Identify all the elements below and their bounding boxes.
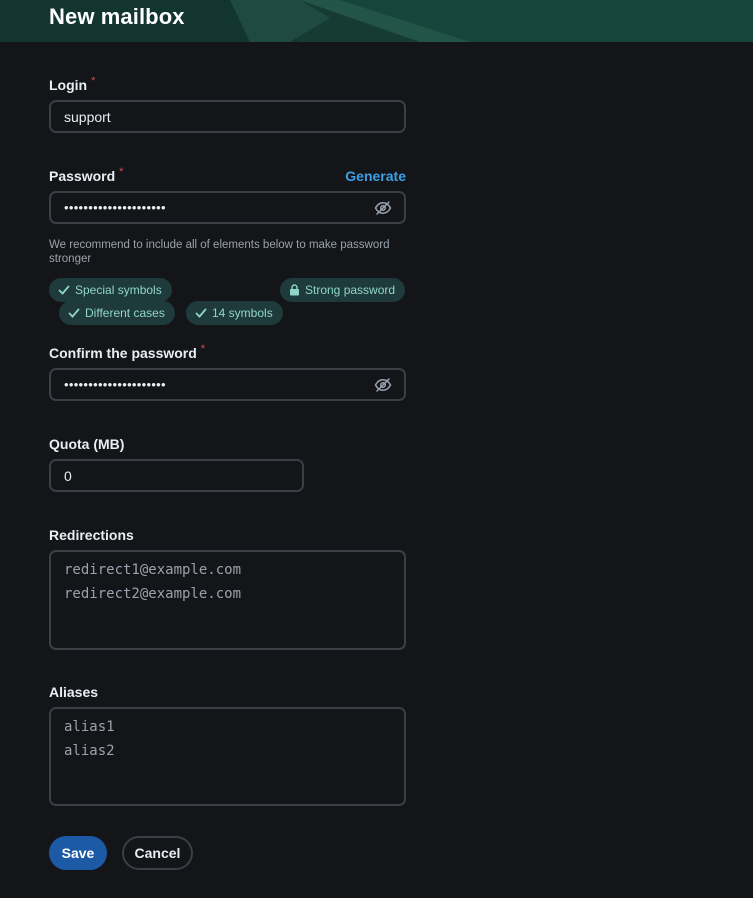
- chip-different-cases: Different cases: [59, 301, 175, 325]
- redirections-textarea[interactable]: redirect1@example.com redirect2@example.…: [49, 550, 406, 650]
- required-mark: *: [200, 343, 206, 355]
- confirm-password-label: Confirm the password *: [49, 343, 206, 361]
- chip-label: Special symbols: [75, 283, 162, 297]
- confirm-password-value: •••••••••••••••••••••: [64, 377, 166, 392]
- chip-label: Strong password: [305, 283, 396, 297]
- quota-label: Quota (MB): [49, 436, 125, 452]
- page-title: New mailbox: [49, 4, 185, 29]
- chip-14-symbols: 14 symbols: [186, 301, 283, 325]
- redirections-label: Redirections: [49, 527, 134, 543]
- check-icon: [68, 307, 80, 319]
- eye-off-icon[interactable]: [372, 374, 394, 396]
- login-input[interactable]: support: [49, 100, 406, 133]
- password-input[interactable]: •••••••••••••••••••••: [49, 191, 406, 224]
- aliases-label: Aliases: [49, 684, 99, 700]
- aliases-placeholder-line: alias2: [64, 743, 115, 759]
- login-label-text: Login: [49, 77, 88, 93]
- login-value: support: [64, 108, 111, 125]
- password-value: •••••••••••••••••••••: [64, 200, 166, 215]
- aliases-textarea[interactable]: alias1 alias2: [49, 707, 406, 806]
- chip-strong-password: Strong password: [280, 278, 406, 302]
- page-header: New mailbox: [0, 0, 753, 42]
- chip-special-symbols: Special symbols: [49, 278, 172, 302]
- save-button[interactable]: Save: [49, 836, 107, 870]
- password-label: Password *: [49, 166, 124, 184]
- confirm-password-input[interactable]: •••••••••••••••••••••: [49, 368, 406, 401]
- cancel-button[interactable]: Cancel: [122, 836, 193, 870]
- lock-icon: [289, 284, 300, 296]
- confirm-password-label-text: Confirm the password: [49, 345, 197, 361]
- password-hint: We recommend to include all of elements …: [49, 239, 390, 265]
- required-mark: *: [91, 75, 96, 87]
- chip-label: 14 symbols: [212, 306, 273, 320]
- check-icon: [58, 284, 70, 296]
- login-label: Login *: [49, 75, 96, 93]
- password-label-text: Password: [49, 168, 116, 184]
- chip-label: Different cases: [85, 306, 165, 320]
- check-icon: [195, 307, 207, 319]
- required-mark: *: [119, 166, 124, 178]
- generate-password-link[interactable]: Generate: [345, 168, 406, 184]
- eye-off-icon[interactable]: [372, 197, 394, 219]
- aliases-placeholder-line: alias1: [64, 719, 115, 735]
- quota-input[interactable]: 0: [49, 459, 304, 492]
- quota-value: 0: [64, 467, 72, 484]
- redirections-placeholder-line: redirect1@example.com: [64, 562, 242, 578]
- redirections-placeholder-line: redirect2@example.com: [64, 586, 242, 602]
